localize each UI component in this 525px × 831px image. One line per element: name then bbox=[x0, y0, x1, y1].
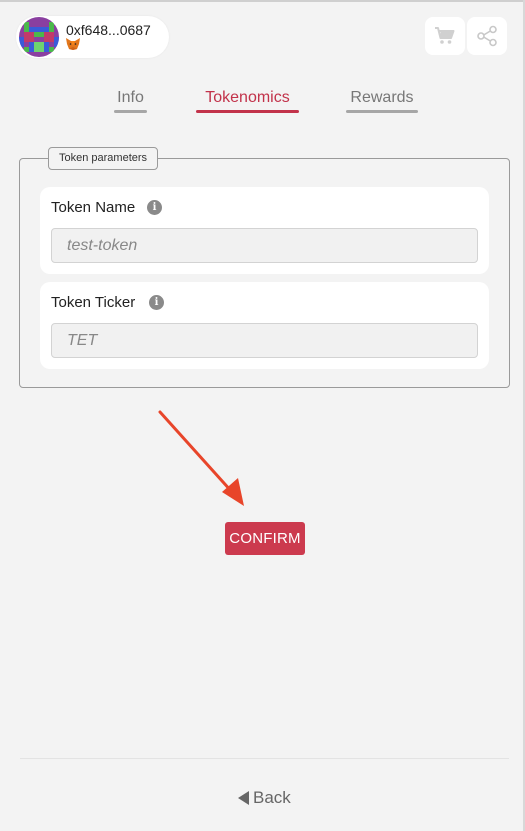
token-name-card: Token Name i bbox=[40, 187, 489, 274]
tab-rewards-label: Rewards bbox=[350, 89, 414, 106]
tab-underline-active bbox=[196, 110, 299, 113]
tab-tokenomics-label: Tokenomics bbox=[205, 89, 290, 106]
account-pill[interactable]: 0xf648...0687 bbox=[16, 16, 169, 58]
token-ticker-label: Token Ticker bbox=[51, 294, 136, 311]
tab-info[interactable]: Info bbox=[114, 89, 147, 113]
share-button[interactable] bbox=[467, 17, 507, 55]
back-button[interactable]: Back bbox=[238, 788, 291, 808]
token-name-input[interactable] bbox=[51, 228, 478, 263]
avatar bbox=[19, 17, 59, 57]
back-label: Back bbox=[253, 788, 291, 807]
metamask-fox-icon bbox=[66, 38, 80, 50]
token-ticker-card: Token Ticker i bbox=[40, 282, 489, 369]
back-arrow-icon bbox=[238, 791, 249, 805]
token-ticker-input[interactable] bbox=[51, 323, 478, 358]
account-address: 0xf648...0687 bbox=[66, 22, 151, 38]
tab-underline bbox=[114, 110, 147, 113]
tab-underline bbox=[346, 110, 418, 113]
info-icon[interactable]: i bbox=[147, 200, 162, 215]
cart-button[interactable] bbox=[425, 17, 465, 55]
token-name-label: Token Name bbox=[51, 199, 136, 216]
tab-tokenomics[interactable]: Tokenomics bbox=[196, 89, 299, 113]
footer-divider bbox=[20, 758, 509, 759]
confirm-button[interactable]: CONFIRM bbox=[225, 522, 305, 555]
cart-icon bbox=[435, 27, 455, 44]
annotation-arrow bbox=[158, 410, 244, 506]
info-icon[interactable]: i bbox=[149, 295, 164, 310]
top-border bbox=[0, 0, 525, 2]
fieldset-legend: Token parameters bbox=[48, 147, 159, 170]
tab-rewards[interactable]: Rewards bbox=[346, 89, 418, 113]
share-icon bbox=[477, 25, 497, 47]
tab-info-label: Info bbox=[117, 89, 144, 106]
